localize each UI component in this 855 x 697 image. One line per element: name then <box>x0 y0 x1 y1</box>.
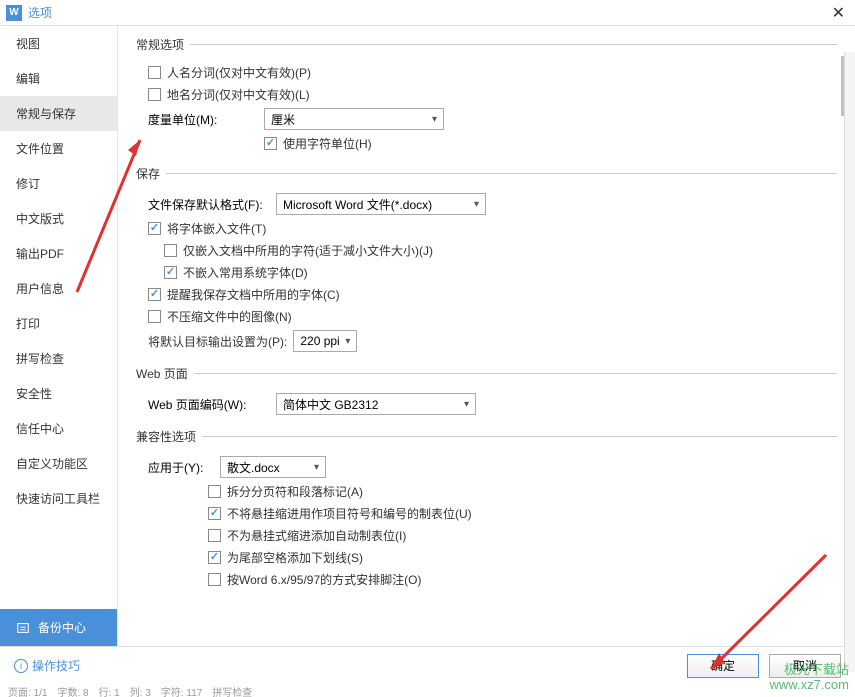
sidebar-item-11[interactable]: 信任中心 <box>0 411 117 446</box>
footer: i 操作技巧 确定 取消 <box>0 646 855 684</box>
checkbox-underline-space[interactable] <box>208 551 221 564</box>
checkbox-place-seg[interactable] <box>148 88 161 101</box>
checkbox-embed-font[interactable] <box>148 222 161 235</box>
checkbox-char-unit[interactable] <box>264 137 277 150</box>
sidebar-item-13[interactable]: 快速访问工具栏 <box>0 481 117 516</box>
section-compat: 兼容性选项 应用于(Y): 散文.docx 拆分分页符和段落标记(A) 不将悬挂缩… <box>136 428 837 593</box>
watermark: 极光下载站 www.xz7.com <box>770 662 849 693</box>
select-encoding[interactable]: 简体中文 GB2312 <box>276 393 476 415</box>
sidebar-item-8[interactable]: 打印 <box>0 306 117 341</box>
window-title: 选项 <box>28 4 52 21</box>
sidebar-item-0[interactable]: 视图 <box>0 26 117 61</box>
sidebar-item-1[interactable]: 编辑 <box>0 61 117 96</box>
titlebar: W 选项 ✕ <box>0 0 855 26</box>
checkbox-no-compress[interactable] <box>148 310 161 323</box>
label-no-auto-tab: 不为悬挂式缩进添加自动制表位(I) <box>227 527 406 544</box>
label-embed-font: 将字体嵌入文件(T) <box>167 220 266 237</box>
checkbox-no-hanging[interactable] <box>208 507 221 520</box>
sidebar-item-3[interactable]: 文件位置 <box>0 131 117 166</box>
select-apply[interactable]: 散文.docx <box>220 456 326 478</box>
checkbox-embed-used[interactable] <box>164 244 177 257</box>
label-char-unit: 使用字符单位(H) <box>283 135 372 152</box>
sidebar-item-7[interactable]: 用户信息 <box>0 271 117 306</box>
section-web: Web 页面 Web 页面编码(W): 简体中文 GB2312 <box>136 365 837 420</box>
select-ppi[interactable]: 220 ppi <box>293 330 357 352</box>
section-general: 常规选项 人名分词(仅对中文有效)(P) 地名分词(仅对中文有效)(L) 度量单… <box>136 36 837 157</box>
app-icon: W <box>6 5 22 21</box>
label-encoding: Web 页面编码(W): <box>148 396 270 413</box>
watermark-l1: 极光下载站 <box>770 662 849 678</box>
checkbox-remind[interactable] <box>148 288 161 301</box>
section-save: 保存 文件保存默认格式(F): Microsoft Word 文件(*.docx)… <box>136 165 837 357</box>
label-embed-used: 仅嵌入文档中所用的字符(适于减小文件大小)(J) <box>183 242 433 259</box>
label-no-common: 不嵌入常用系统字体(D) <box>183 264 308 281</box>
label-underline-space: 为尾部空格添加下划线(S) <box>227 549 363 566</box>
content-panel: 常规选项 人名分词(仅对中文有效)(P) 地名分词(仅对中文有效)(L) 度量单… <box>118 26 855 646</box>
label-apply: 应用于(Y): <box>148 459 214 476</box>
info-icon: i <box>14 659 28 673</box>
select-default-fmt[interactable]: Microsoft Word 文件(*.docx) <box>276 193 486 215</box>
sidebar-item-10[interactable]: 安全性 <box>0 376 117 411</box>
backup-label: 备份中心 <box>38 619 86 636</box>
label-no-hanging: 不将悬挂缩进用作项目符号和编号的制表位(U) <box>227 505 472 522</box>
sidebar-item-9[interactable]: 拼写检查 <box>0 341 117 376</box>
checkbox-no-common[interactable] <box>164 266 177 279</box>
label-remind: 提醒我保存文档中所用的字体(C) <box>167 286 340 303</box>
tips-link[interactable]: i 操作技巧 <box>14 657 80 674</box>
legend-web: Web 页面 <box>136 365 194 382</box>
checkbox-split[interactable] <box>208 485 221 498</box>
watermark-l2: www.xz7.com <box>770 677 849 693</box>
checkbox-word6[interactable] <box>208 573 221 586</box>
right-gutter <box>844 52 855 672</box>
sidebar-item-5[interactable]: 中文版式 <box>0 201 117 236</box>
sidebar-item-12[interactable]: 自定义功能区 <box>0 446 117 481</box>
legend-general: 常规选项 <box>136 36 190 53</box>
label-default-fmt: 文件保存默认格式(F): <box>148 196 270 213</box>
select-unit[interactable]: 厘米 <box>264 108 444 130</box>
label-ppi: 将默认目标输出设置为(P): <box>148 333 287 350</box>
statusbar: 页面: 1/1 字数: 8 行: 1 列: 3 字符: 117 拼写检查 <box>0 684 855 697</box>
backup-center-button[interactable]: 备份中心 <box>0 609 117 646</box>
tips-label: 操作技巧 <box>32 657 80 674</box>
checkbox-name-seg[interactable] <box>148 66 161 79</box>
sidebar: 视图编辑常规与保存文件位置修订中文版式输出PDF用户信息打印拼写检查安全性信任中… <box>0 26 118 646</box>
close-icon[interactable]: ✕ <box>828 3 849 23</box>
checkbox-no-auto-tab[interactable] <box>208 529 221 542</box>
backup-icon <box>16 621 30 635</box>
ok-button[interactable]: 确定 <box>687 654 759 678</box>
label-word6: 按Word 6.x/95/97的方式安排脚注(O) <box>227 571 422 588</box>
sidebar-item-2[interactable]: 常规与保存 <box>0 96 117 131</box>
label-split: 拆分分页符和段落标记(A) <box>227 483 363 500</box>
sidebar-item-4[interactable]: 修订 <box>0 166 117 201</box>
label-place-seg: 地名分词(仅对中文有效)(L) <box>167 86 310 103</box>
legend-compat: 兼容性选项 <box>136 428 202 445</box>
legend-save: 保存 <box>136 165 166 182</box>
label-unit: 度量单位(M): <box>148 111 258 128</box>
label-no-compress: 不压缩文件中的图像(N) <box>167 308 292 325</box>
sidebar-item-6[interactable]: 输出PDF <box>0 236 117 271</box>
label-name-seg: 人名分词(仅对中文有效)(P) <box>167 64 311 81</box>
